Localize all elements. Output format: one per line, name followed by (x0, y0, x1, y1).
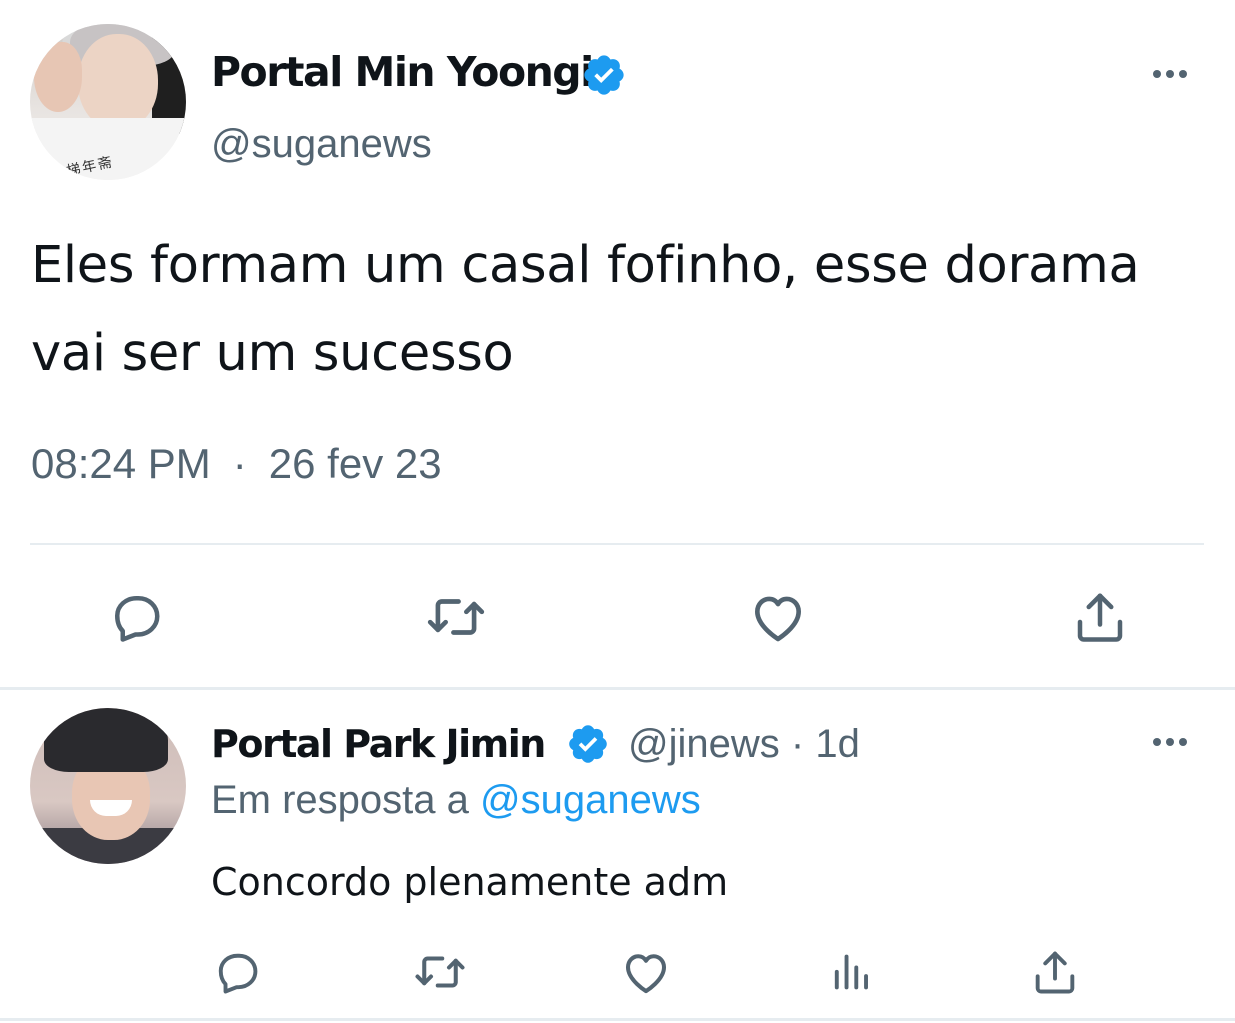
verified-badge-icon (581, 52, 627, 98)
more-options-icon[interactable] (1150, 64, 1190, 84)
share-button[interactable] (1068, 585, 1132, 649)
reply-author-handle[interactable]: @jinews · 1d (628, 722, 860, 767)
verified-badge-icon (566, 722, 612, 768)
author-avatar[interactable]: 梯年斋 (30, 24, 186, 180)
reply-text: Concordo plenamente adm (211, 860, 729, 904)
like-icon (755, 596, 801, 642)
reply-age: 1d (815, 722, 860, 766)
tweet-text: Eles formam um casal fofinho, esse doram… (31, 236, 1140, 383)
reply-mention-link[interactable]: @suganews (480, 778, 701, 822)
author-name[interactable]: Portal Min Yoongi (211, 48, 594, 96)
avatar-hand (34, 42, 82, 112)
divider (30, 543, 1204, 545)
retweet-button[interactable] (412, 944, 468, 1000)
comment-icon (218, 953, 258, 994)
meta-separator: · (232, 440, 247, 487)
reply-author-name[interactable]: Portal Park Jimin (211, 722, 546, 766)
tweet-timestamp[interactable]: 08:24 PM · 26 fev 23 (31, 440, 442, 488)
divider (0, 1018, 1235, 1021)
reply-button[interactable] (104, 585, 168, 649)
analytics-icon (834, 954, 868, 990)
reply-button[interactable] (209, 944, 265, 1000)
retweet-button[interactable] (424, 585, 488, 649)
reply-prefix: Em resposta a (211, 778, 469, 822)
replying-to-line: Em resposta a @suganews (211, 778, 701, 823)
analytics-button[interactable] (822, 944, 878, 1000)
more-options-icon[interactable] (1150, 732, 1190, 752)
tweet-date: 26 fev 23 (268, 440, 442, 487)
author-handle[interactable]: @suganews (211, 122, 432, 167)
like-button[interactable] (746, 585, 810, 649)
divider (0, 687, 1235, 690)
like-icon (625, 954, 667, 994)
comment-icon (115, 596, 160, 642)
like-button[interactable] (618, 944, 674, 1000)
avatar-face (78, 34, 158, 130)
share-icon (1077, 593, 1123, 642)
meta-separator: · (790, 722, 805, 766)
retweet-icon (427, 599, 485, 635)
share-button[interactable] (1027, 944, 1083, 1000)
retweet-icon (415, 956, 465, 988)
tweet-time: 08:24 PM (31, 440, 211, 487)
share-icon (1035, 951, 1075, 994)
reply-author-avatar[interactable] (30, 708, 186, 864)
reply-handle-text: @jinews (628, 722, 780, 766)
avatar-cap (44, 708, 168, 772)
